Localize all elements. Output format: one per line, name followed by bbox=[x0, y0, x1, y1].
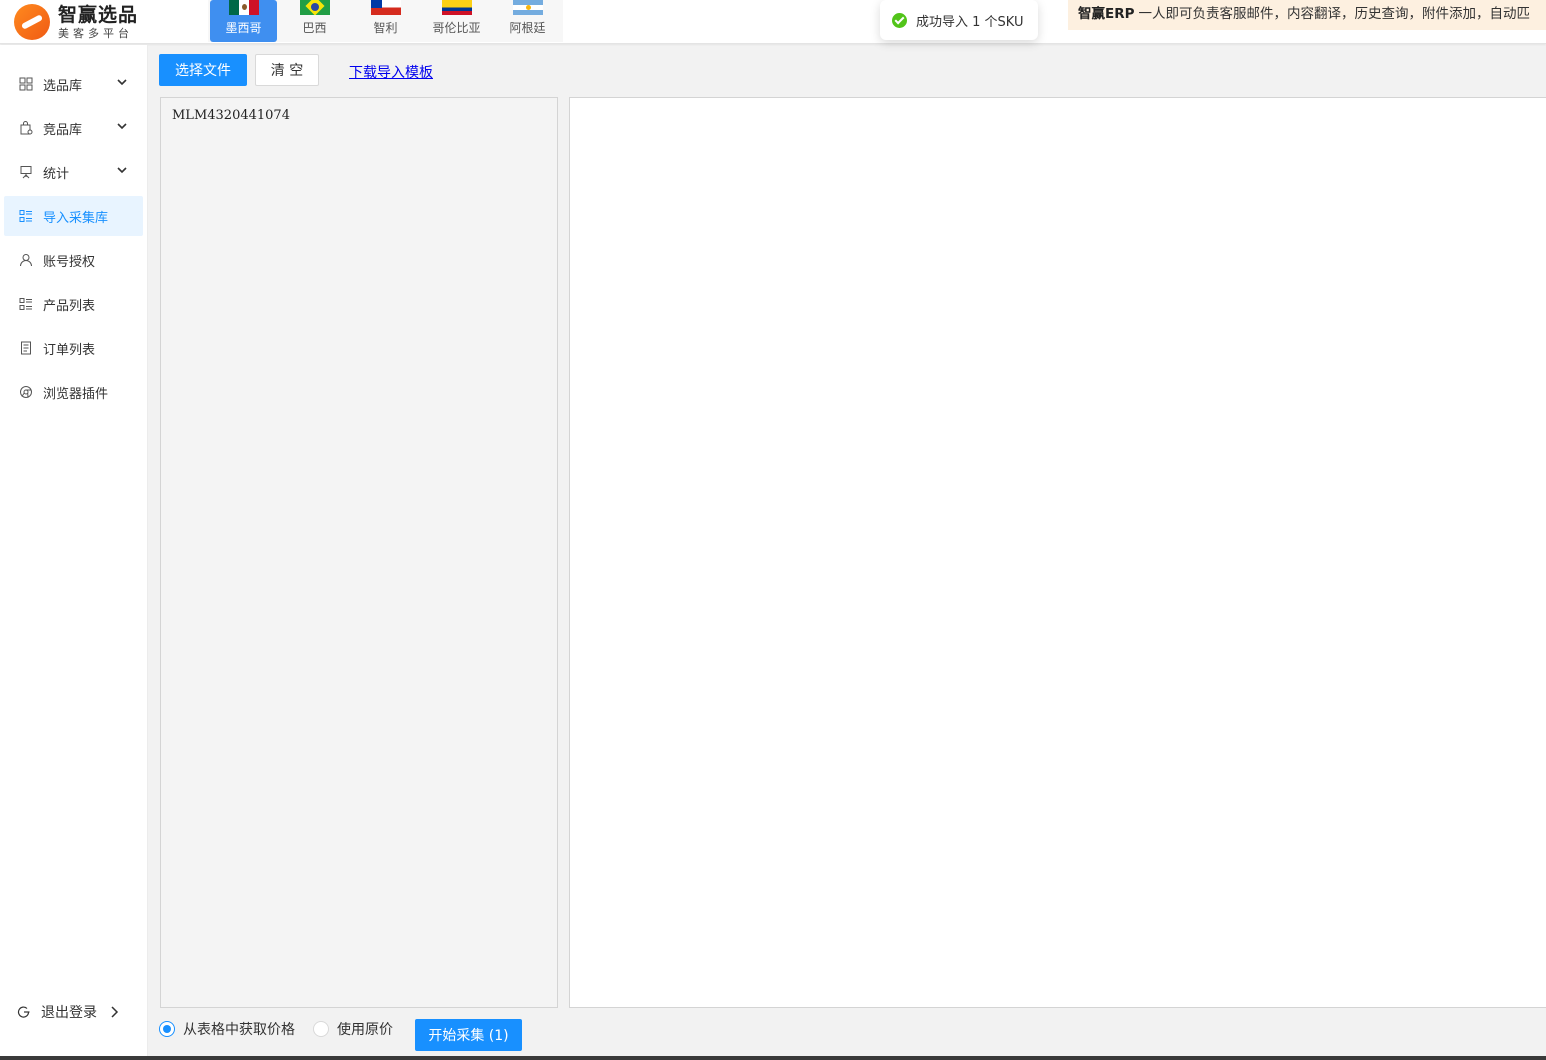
brazil-flag-icon bbox=[299, 0, 330, 15]
list-icon bbox=[19, 209, 33, 223]
sidebar-item-import-collection[interactable]: 导入采集库 bbox=[4, 196, 143, 236]
clear-button[interactable]: 清 空 bbox=[255, 54, 319, 86]
check-circle-icon bbox=[892, 12, 907, 28]
sku-input-textarea[interactable]: MLM4320441074 bbox=[160, 97, 558, 1008]
tab-chile[interactable]: 智利 bbox=[350, 0, 421, 42]
sidebar-item-order-list[interactable]: 订单列表 bbox=[4, 328, 143, 368]
radio-price-from-sheet[interactable]: 从表格中获取价格 bbox=[159, 1019, 295, 1039]
sidebar-item-label: 账号授权 bbox=[43, 254, 96, 270]
preview-panel bbox=[569, 97, 1546, 1008]
chile-flag-icon bbox=[370, 0, 401, 15]
chevron-down-icon bbox=[117, 79, 127, 86]
tab-argentina[interactable]: 阿根廷 bbox=[492, 0, 563, 42]
sidebar: 选品库 竞品库 统计 导入采集库 账号授权 产品列表 订单列表 浏览器插件 退出… bbox=[0, 45, 148, 1060]
sidebar-item-browser-plugin[interactable]: 浏览器插件 bbox=[4, 372, 143, 412]
radio-use-original-price[interactable]: 使用原价 bbox=[313, 1019, 393, 1039]
country-label: 墨西哥 bbox=[225, 21, 262, 35]
app-title: 智赢选品 bbox=[58, 3, 139, 26]
tab-brazil[interactable]: 巴西 bbox=[279, 0, 350, 42]
argentina-flag-icon bbox=[512, 0, 543, 15]
choose-file-button[interactable]: 选择文件 bbox=[159, 54, 247, 86]
radio-label: 从表格中获取价格 bbox=[183, 1022, 295, 1038]
top-header: 智赢选品 美客多平台 墨西哥 巴西 智利 哥伦比亚 阿根廷 成功导入 1 个SK… bbox=[0, 0, 1546, 44]
chevron-right-icon bbox=[111, 1006, 119, 1018]
user-icon bbox=[19, 253, 33, 267]
logout-button[interactable]: 退出登录 bbox=[17, 1002, 119, 1022]
country-tabs: 墨西哥 巴西 智利 哥伦比亚 阿根廷 bbox=[208, 0, 563, 42]
sidebar-item-statistics[interactable]: 统计 bbox=[4, 152, 143, 192]
list-icon bbox=[19, 297, 33, 311]
country-label: 哥伦比亚 bbox=[432, 21, 481, 35]
power-icon bbox=[17, 1005, 31, 1019]
sidebar-item-product-list[interactable]: 产品列表 bbox=[4, 284, 143, 324]
success-toast: 成功导入 1 个SKU bbox=[880, 0, 1038, 40]
logo-icon bbox=[14, 4, 50, 40]
chrome-icon bbox=[19, 385, 33, 399]
document-icon bbox=[19, 341, 33, 355]
sidebar-item-label: 订单列表 bbox=[43, 342, 96, 358]
sidebar-item-label: 竞品库 bbox=[43, 122, 83, 138]
shopping-bag-icon bbox=[19, 121, 33, 135]
colombia-flag-icon bbox=[441, 0, 472, 15]
sidebar-item-label: 浏览器插件 bbox=[43, 386, 109, 402]
sidebar-item-label: 统计 bbox=[43, 166, 70, 182]
tab-colombia[interactable]: 哥伦比亚 bbox=[421, 0, 492, 42]
window-bottom-edge bbox=[0, 1056, 1546, 1060]
tab-mexico[interactable]: 墨西哥 bbox=[210, 0, 277, 42]
download-template-link[interactable]: 下载导入模板 bbox=[349, 62, 433, 82]
radio-unchecked-icon bbox=[313, 1021, 329, 1037]
toast-message: 成功导入 1 个SKU bbox=[916, 14, 1024, 30]
radio-label: 使用原价 bbox=[337, 1022, 393, 1038]
mexico-flag-icon bbox=[228, 0, 259, 15]
presentation-icon bbox=[19, 165, 33, 179]
country-label: 巴西 bbox=[302, 21, 327, 35]
sidebar-item-product-library[interactable]: 选品库 bbox=[4, 64, 143, 104]
start-collect-button[interactable]: 开始采集 (1) bbox=[415, 1019, 522, 1051]
sidebar-menu: 选品库 竞品库 统计 导入采集库 账号授权 产品列表 订单列表 浏览器插件 bbox=[0, 64, 147, 412]
sidebar-item-label: 产品列表 bbox=[43, 298, 96, 314]
country-label: 阿根廷 bbox=[509, 21, 546, 35]
sidebar-item-account-auth[interactable]: 账号授权 bbox=[4, 240, 143, 280]
logout-label: 退出登录 bbox=[41, 1005, 97, 1021]
grid-icon bbox=[19, 77, 33, 91]
radio-checked-icon bbox=[159, 1021, 175, 1037]
notice-brand: 智赢ERP bbox=[1078, 6, 1135, 22]
price-option-group: 从表格中获取价格 使用原价 bbox=[159, 1019, 411, 1039]
sidebar-item-label: 选品库 bbox=[43, 78, 83, 94]
chevron-down-icon bbox=[117, 123, 127, 130]
sidebar-item-label: 导入采集库 bbox=[43, 210, 109, 226]
promo-notice[interactable]: 智赢ERP 一人即可负责客服邮件，内容翻译，历史查询，附件添加，自动匹 bbox=[1068, 0, 1546, 30]
app-subtitle: 美客多平台 bbox=[58, 26, 133, 40]
sidebar-item-competitor-library[interactable]: 竞品库 bbox=[4, 108, 143, 148]
app-logo[interactable]: 智赢选品 美客多平台 bbox=[14, 0, 138, 44]
chevron-down-icon bbox=[117, 167, 127, 174]
notice-text: 一人即可负责客服邮件，内容翻译，历史查询，附件添加，自动匹 bbox=[1138, 6, 1531, 22]
country-label: 智利 bbox=[373, 21, 398, 35]
